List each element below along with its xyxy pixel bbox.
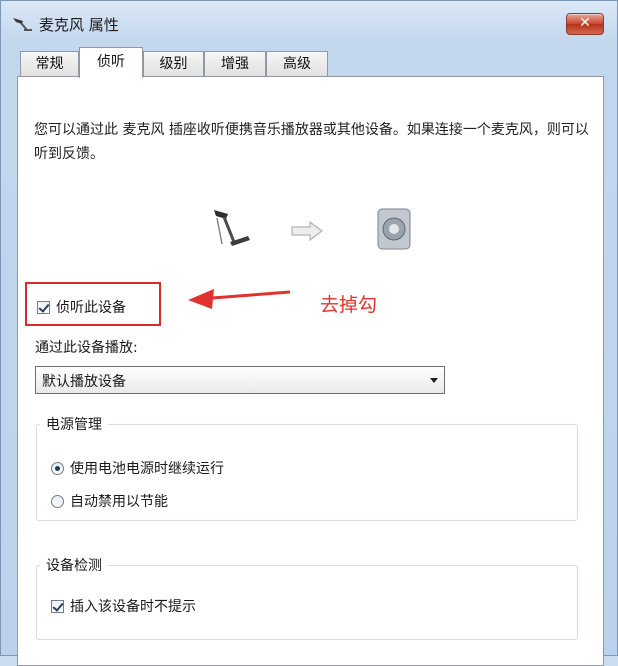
playback-device-dropdown[interactable]: 默认播放设备 bbox=[35, 366, 445, 394]
no-prompt-label: 插入该设备时不提示 bbox=[70, 599, 196, 615]
power-continue-label: 使用电池电源时继续运行 bbox=[70, 461, 224, 477]
tab-levels[interactable]: 级别 bbox=[143, 51, 204, 76]
power-disable-radio[interactable]: 自动禁用以节能 bbox=[51, 491, 168, 511]
listen-description: 您可以通过此 麦克风 插座收听便携音乐播放器或其他设备。如果连接一个麦克风，则可… bbox=[34, 122, 589, 162]
microphone-icon bbox=[13, 18, 32, 31]
tab-listen[interactable]: 侦听 bbox=[79, 47, 143, 78]
radio-selected-icon bbox=[51, 461, 64, 475]
window-title: 麦克风 属性 bbox=[39, 16, 119, 34]
chevron-down-icon bbox=[430, 378, 438, 383]
device-detection-title: 设备检测 bbox=[40, 555, 108, 575]
tab-general[interactable]: 常规 bbox=[20, 51, 79, 76]
listen-device-label: 侦听此设备 bbox=[56, 300, 126, 316]
power-disable-label: 自动禁用以节能 bbox=[70, 494, 168, 510]
speaker-icon bbox=[377, 208, 411, 250]
listen-device-checkbox[interactable]: 侦听此设备 bbox=[37, 297, 126, 317]
radio-unselected-icon bbox=[51, 494, 64, 508]
annotation-text: 去掉勾 bbox=[320, 294, 378, 316]
playback-label: 通过此设备播放: bbox=[35, 340, 138, 356]
power-continue-radio[interactable]: 使用电池电源时继续运行 bbox=[51, 458, 224, 478]
tab-advanced[interactable]: 高级 bbox=[266, 51, 328, 76]
arrow-right-icon bbox=[291, 220, 323, 242]
no-prompt-checkbox[interactable]: 插入该设备时不提示 bbox=[51, 596, 196, 616]
checkbox-checked-icon bbox=[51, 599, 64, 613]
microphone-icon bbox=[214, 210, 250, 246]
close-button[interactable]: ✕ bbox=[566, 13, 604, 35]
title-bar[interactable]: 麦克风 属性 ✕ bbox=[1, 1, 618, 45]
dropdown-value: 默认播放设备 bbox=[42, 374, 126, 390]
checkbox-checked-icon bbox=[37, 300, 50, 314]
red-arrow-icon bbox=[188, 289, 291, 309]
power-management-title: 电源管理 bbox=[40, 414, 108, 434]
tab-enhancements[interactable]: 增强 bbox=[204, 51, 266, 76]
